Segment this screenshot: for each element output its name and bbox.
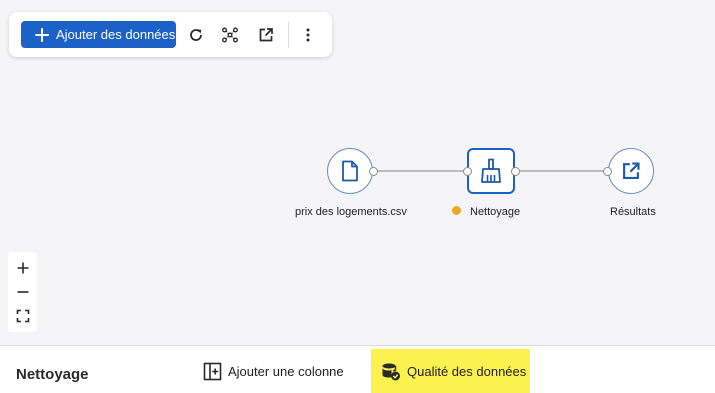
data-quality-button[interactable]: Qualité des données	[371, 349, 530, 393]
node-source-label: prix des logements.csv	[295, 206, 407, 218]
panel-title: Nettoyage	[16, 366, 89, 383]
node-output-input-port[interactable]	[603, 167, 612, 176]
add-column-icon	[203, 362, 222, 381]
node-cleaning-label: Nettoyage	[470, 206, 521, 218]
node-cleaning-status-dot	[452, 206, 461, 215]
node-output[interactable]	[608, 148, 654, 194]
node-cleaning-output-port[interactable]	[511, 167, 520, 176]
add-column-button[interactable]: Ajouter une colonne	[203, 349, 344, 393]
zoom-controls	[8, 252, 37, 332]
file-icon	[342, 160, 358, 182]
broom-icon	[481, 158, 501, 183]
zoom-in-icon[interactable]	[12, 257, 34, 279]
node-cleaning-input-port[interactable]	[463, 167, 472, 176]
bottom-panel: Nettoyage Ajouter une colonne Qualité de…	[0, 345, 715, 393]
node-source[interactable]	[327, 148, 373, 194]
workflow-canvas[interactable]: Ajouter des données prix des logements.c…	[0, 0, 715, 345]
fit-view-icon[interactable]	[12, 305, 34, 327]
open-external-icon	[623, 162, 640, 179]
zoom-out-icon[interactable]	[12, 281, 34, 303]
node-source-output-port[interactable]	[369, 167, 378, 176]
add-column-label: Ajouter une colonne	[228, 364, 344, 379]
node-cleaning[interactable]	[467, 148, 515, 194]
node-output-label: Résultats	[610, 206, 656, 218]
database-check-icon	[382, 363, 400, 380]
data-quality-label: Qualité des données	[407, 364, 527, 379]
